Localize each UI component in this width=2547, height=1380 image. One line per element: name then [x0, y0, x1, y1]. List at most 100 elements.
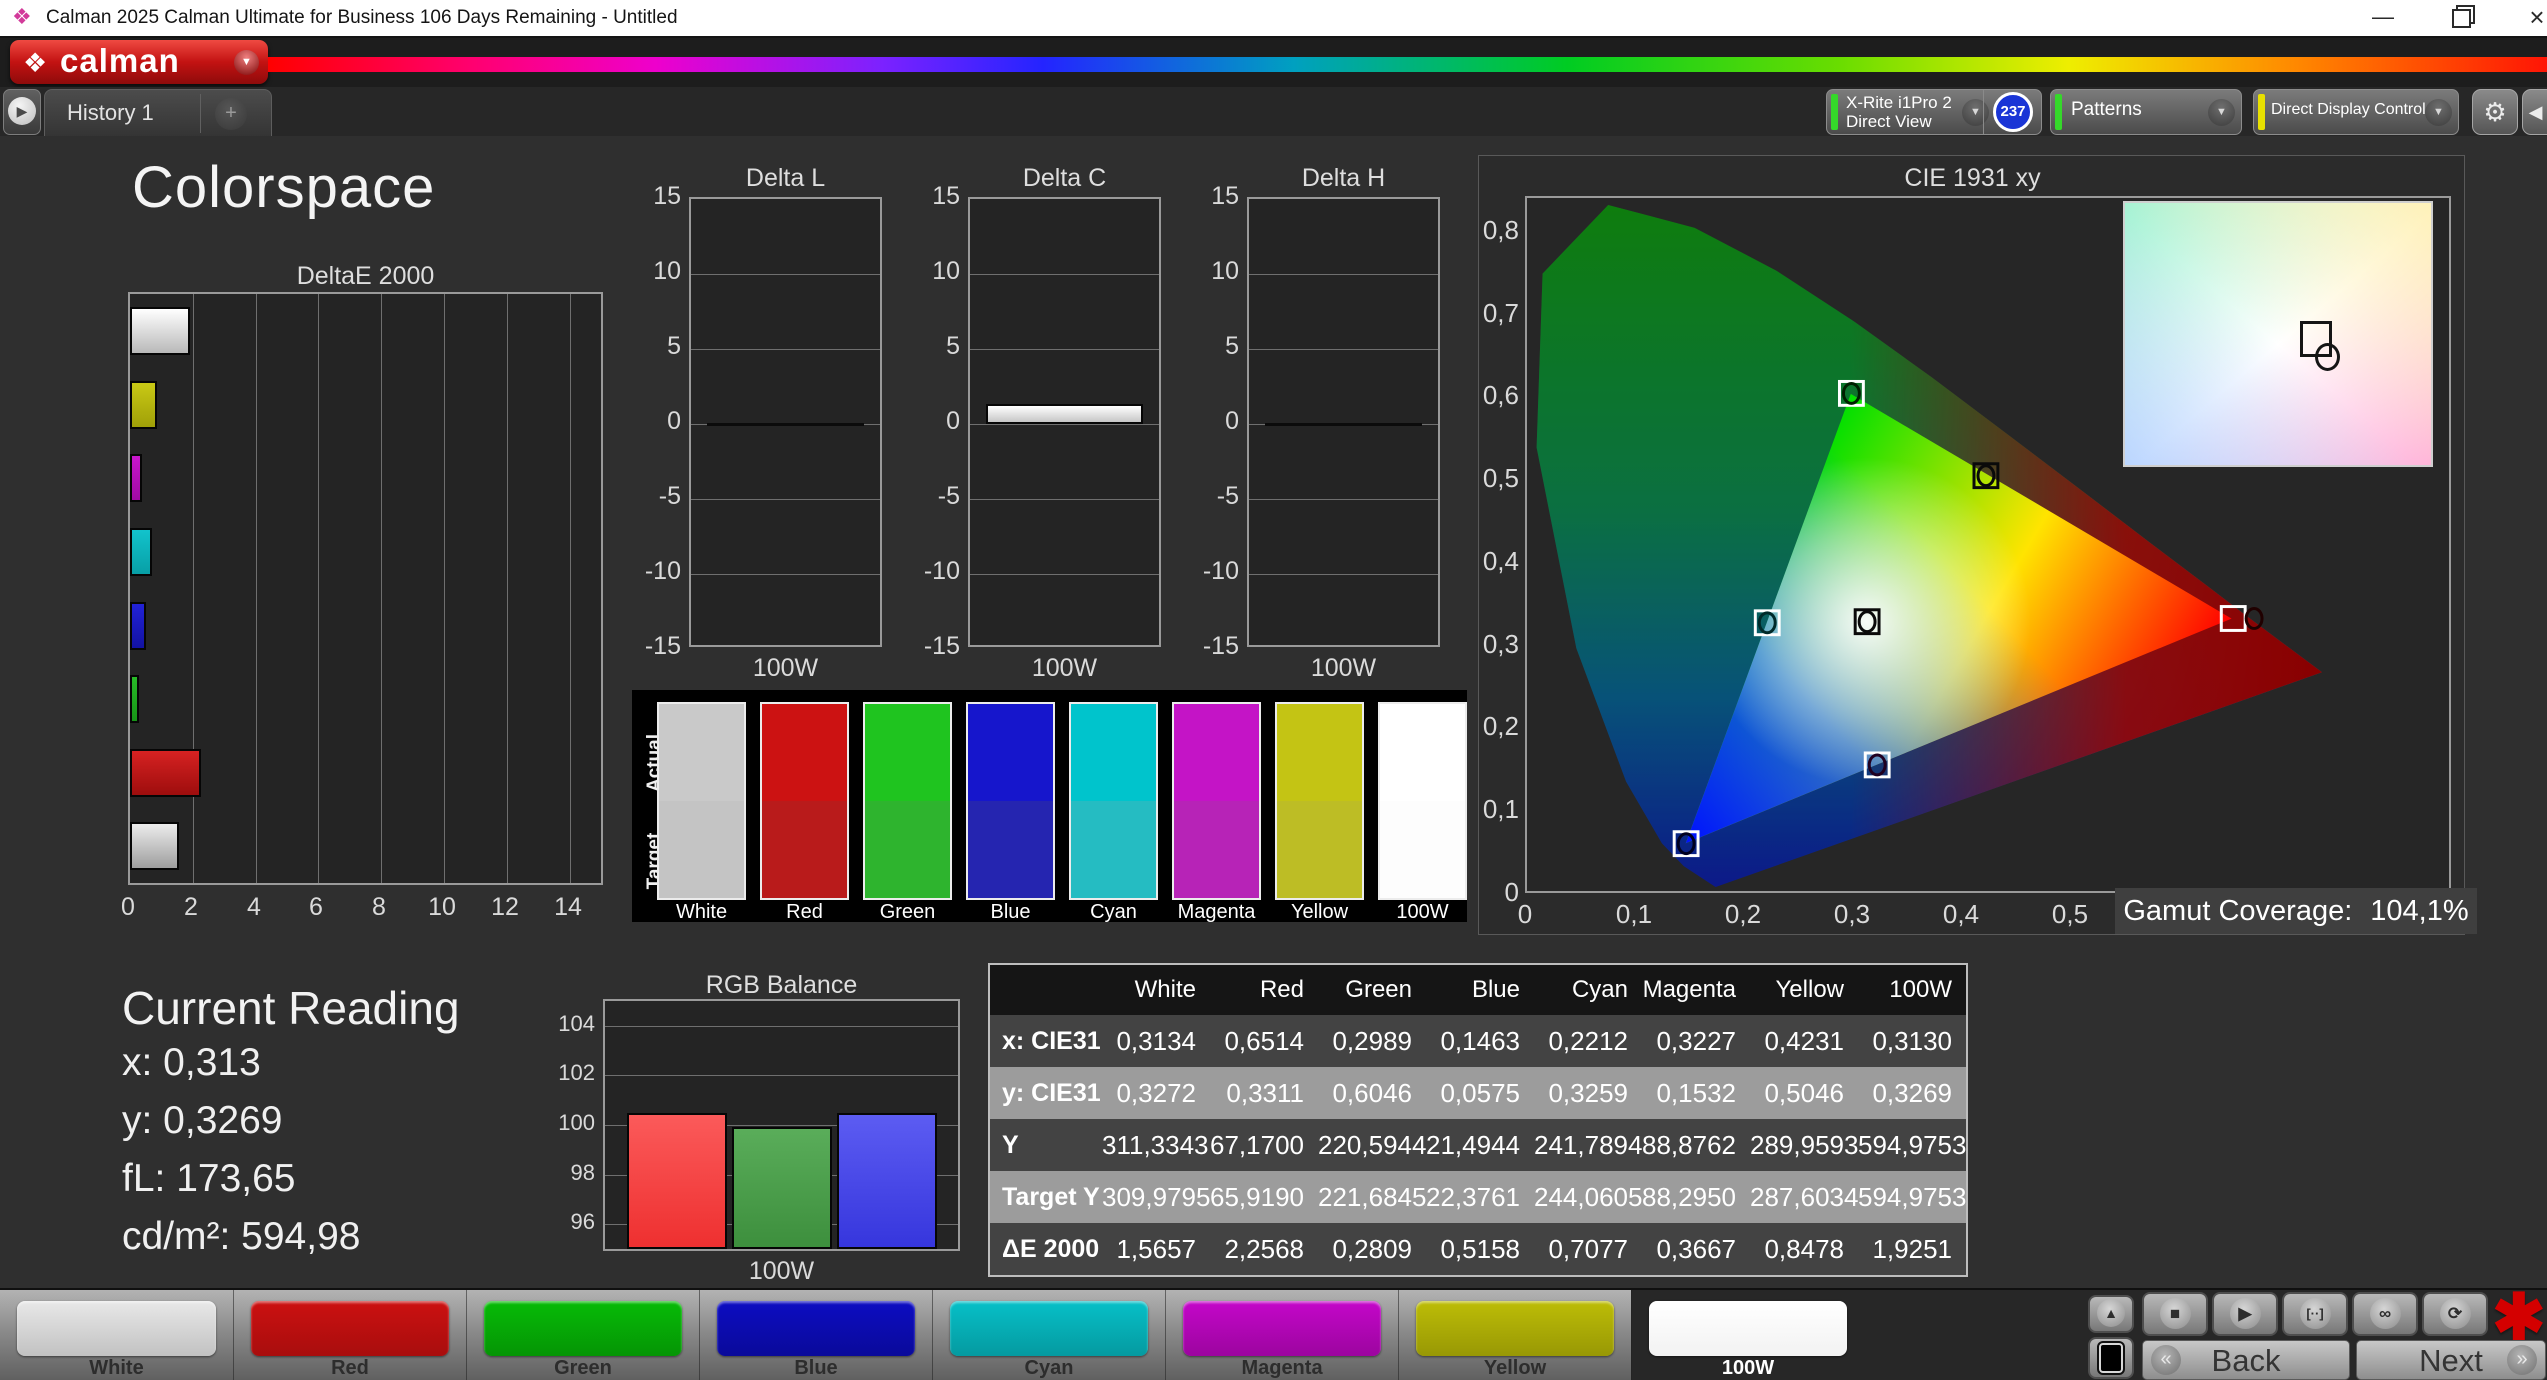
pattern-button-100w[interactable]: 100W [1631, 1290, 1864, 1380]
pattern-button-white[interactable]: White [0, 1290, 233, 1380]
pattern-window-icon [2099, 1343, 2123, 1373]
table-row-label: x: CIE31 [1002, 1026, 1101, 1055]
next-button[interactable]: Next » [2356, 1340, 2546, 1380]
window-title: Calman 2025 Calman Ultimate for Business… [46, 7, 678, 28]
delta-y-tick: -10 [644, 557, 681, 585]
strip-actual-swatch [1277, 704, 1362, 801]
cie-y-tick: 0,7 [1482, 298, 1519, 328]
strip-column-label: Yellow [1290, 901, 1349, 923]
display-control-label: Direct Display Control [2271, 101, 2426, 118]
table-cell: 0,4231 [1764, 1025, 1844, 1056]
history-panel-expand-button[interactable]: ▶ [3, 89, 41, 135]
pattern-bar: White Red Green Blue Cyan Magenta Yellow 100W ▲… [0, 1281, 2547, 1380]
table-cell: 287,6034 [1750, 1181, 1859, 1212]
strip-target-swatch [762, 801, 847, 898]
strip-column-yellow [1275, 702, 1364, 900]
delta-y-tick: 15 [1211, 182, 1239, 210]
strip-actual-swatch [659, 704, 744, 801]
refresh-button[interactable]: ⟳ [2422, 1292, 2488, 1336]
rgb-y-tick: 100 [558, 1110, 595, 1135]
pattern-button-cyan[interactable]: Cyan [932, 1290, 1165, 1380]
table-header-cell: Magenta [1642, 976, 1736, 1003]
chevron-down-icon[interactable]: ▼ [1962, 99, 1989, 126]
delta-gridline [1249, 499, 1438, 500]
calman-logo-button[interactable]: ❖ calman ▼ [10, 40, 268, 84]
current-reading-x: x: 0,313 [122, 1041, 261, 1084]
chevron-down-icon[interactable]: ▼ [2425, 99, 2452, 126]
display-control-dropdown[interactable]: Direct Display Control ▼ [2253, 89, 2459, 135]
restore-button[interactable] [2430, 0, 2492, 34]
table-cell: 0,5158 [1440, 1233, 1520, 1264]
rgb-bar-red [627, 1113, 727, 1249]
strip-column-label: Cyan [1090, 901, 1137, 923]
delta-y-tick: 10 [1211, 257, 1239, 285]
deltae-chart-title: DeltaE 2000 [296, 262, 435, 290]
cie-x-tick: 0,2 [1724, 899, 1762, 929]
tab-history-1[interactable]: History 1 + [44, 89, 272, 137]
delta-x-label: 100W [752, 654, 819, 682]
patterns-dropdown[interactable]: Patterns ▼ [2050, 89, 2242, 135]
table-cell: 0,5046 [1764, 1077, 1844, 1108]
table-header-cell: Yellow [1775, 976, 1845, 1003]
table-cell: 0,3311 [1226, 1077, 1304, 1108]
pattern-window-button[interactable] [2088, 1337, 2134, 1379]
collapse-panel-button[interactable]: ◀ [2522, 89, 2547, 135]
gamut-coverage-value: 104,1% [2370, 894, 2469, 927]
next-chevron-icon: » [2507, 1345, 2537, 1375]
table-row: x: CIE31 0,3134 0,6514 0,2989 0,1463 0,2212 0,… [990, 1015, 1966, 1067]
deltae-x-tick: 8 [372, 893, 386, 921]
back-button[interactable]: « Back [2142, 1340, 2350, 1380]
tab-history-label: History 1 [67, 100, 154, 125]
table-row-label: ΔE 2000 [1002, 1234, 1100, 1263]
pattern-bar-expand-button[interactable]: ▲ [2088, 1295, 2134, 1333]
delta-y-tick: 15 [653, 182, 681, 210]
table-cell: 0,3269 [1872, 1077, 1952, 1108]
read-continuous-button[interactable]: ∞ [2352, 1292, 2418, 1336]
table-cell: 0,3130 [1872, 1025, 1952, 1056]
table-cell: 594,9753 [1858, 1129, 1967, 1160]
pattern-button-green[interactable]: Green [466, 1290, 699, 1380]
actual-target-strip: Actual Target White Red Green Blue Cyan Magenta… [632, 690, 1467, 923]
table-cell: 289,9593 [1750, 1129, 1859, 1160]
stop-icon: ■ [2159, 1298, 2191, 1329]
table-cell: 22,3761 [1426, 1181, 1520, 1212]
gamut-coverage-label: Gamut Coverage: [2123, 894, 2353, 927]
strip-column-label: Magenta [1177, 901, 1256, 923]
pattern-button-magenta[interactable]: Magenta [1165, 1290, 1398, 1380]
table-cell: 0,2989 [1332, 1025, 1412, 1056]
table-cell: 0,3667 [1656, 1233, 1736, 1264]
toolbar: ▶ History 1 + X-Rite i1Pro 2 Direct View… [0, 87, 2547, 137]
delta-y-tick: -10 [1202, 557, 1239, 585]
meter-name: X-Rite i1Pro 2 [1846, 93, 1952, 112]
main-content: Colorspace DeltaE 2000 0 2 4 6 8 10 12 14 Delta… [0, 136, 2547, 1288]
deltae-bar-green [130, 675, 139, 723]
read-series-button[interactable]: [··] [2282, 1292, 2348, 1336]
stop-button[interactable]: ■ [2142, 1292, 2208, 1336]
pattern-swatch [950, 1301, 1148, 1356]
delta-chart-2 [1247, 197, 1440, 647]
chevron-down-icon[interactable]: ▼ [2208, 99, 2235, 126]
rgb-balance-title: RGB Balance [705, 971, 858, 999]
measurement-table: White Red Green Blue Cyan Magenta Yellow 100W x:… [988, 963, 1968, 1277]
add-tab-button[interactable]: + [215, 98, 247, 130]
delta-gridline [970, 499, 1159, 500]
pattern-button-blue[interactable]: Blue [699, 1290, 932, 1380]
minimize-button[interactable]: — [2352, 0, 2414, 34]
close-button[interactable]: × [2506, 0, 2547, 34]
rgb-y-tick: 104 [558, 1011, 595, 1036]
table-row-label: Target Y [1002, 1182, 1100, 1211]
settings-button[interactable]: ⚙ [2472, 89, 2518, 135]
strip-column-label: Red [786, 901, 823, 923]
pattern-swatch [1183, 1301, 1381, 1356]
deltae-x-tick: 4 [247, 893, 261, 921]
table-cell: 0,1463 [1440, 1025, 1520, 1056]
meter-count-badge: 237 [1993, 92, 2033, 132]
restore-icon [2451, 9, 2471, 28]
delta-y-tick: 0 [946, 407, 960, 435]
logo-dropdown-icon[interactable]: ▼ [234, 50, 259, 75]
pattern-button-red[interactable]: Red [233, 1290, 466, 1380]
play-button[interactable]: ▶ [2212, 1292, 2278, 1336]
pattern-button-yellow[interactable]: Yellow [1398, 1290, 1631, 1380]
meter-dropdown[interactable]: X-Rite i1Pro 2 Direct View ▼ 237 [1826, 89, 2042, 135]
white-point-actual-marker [2315, 343, 2340, 371]
